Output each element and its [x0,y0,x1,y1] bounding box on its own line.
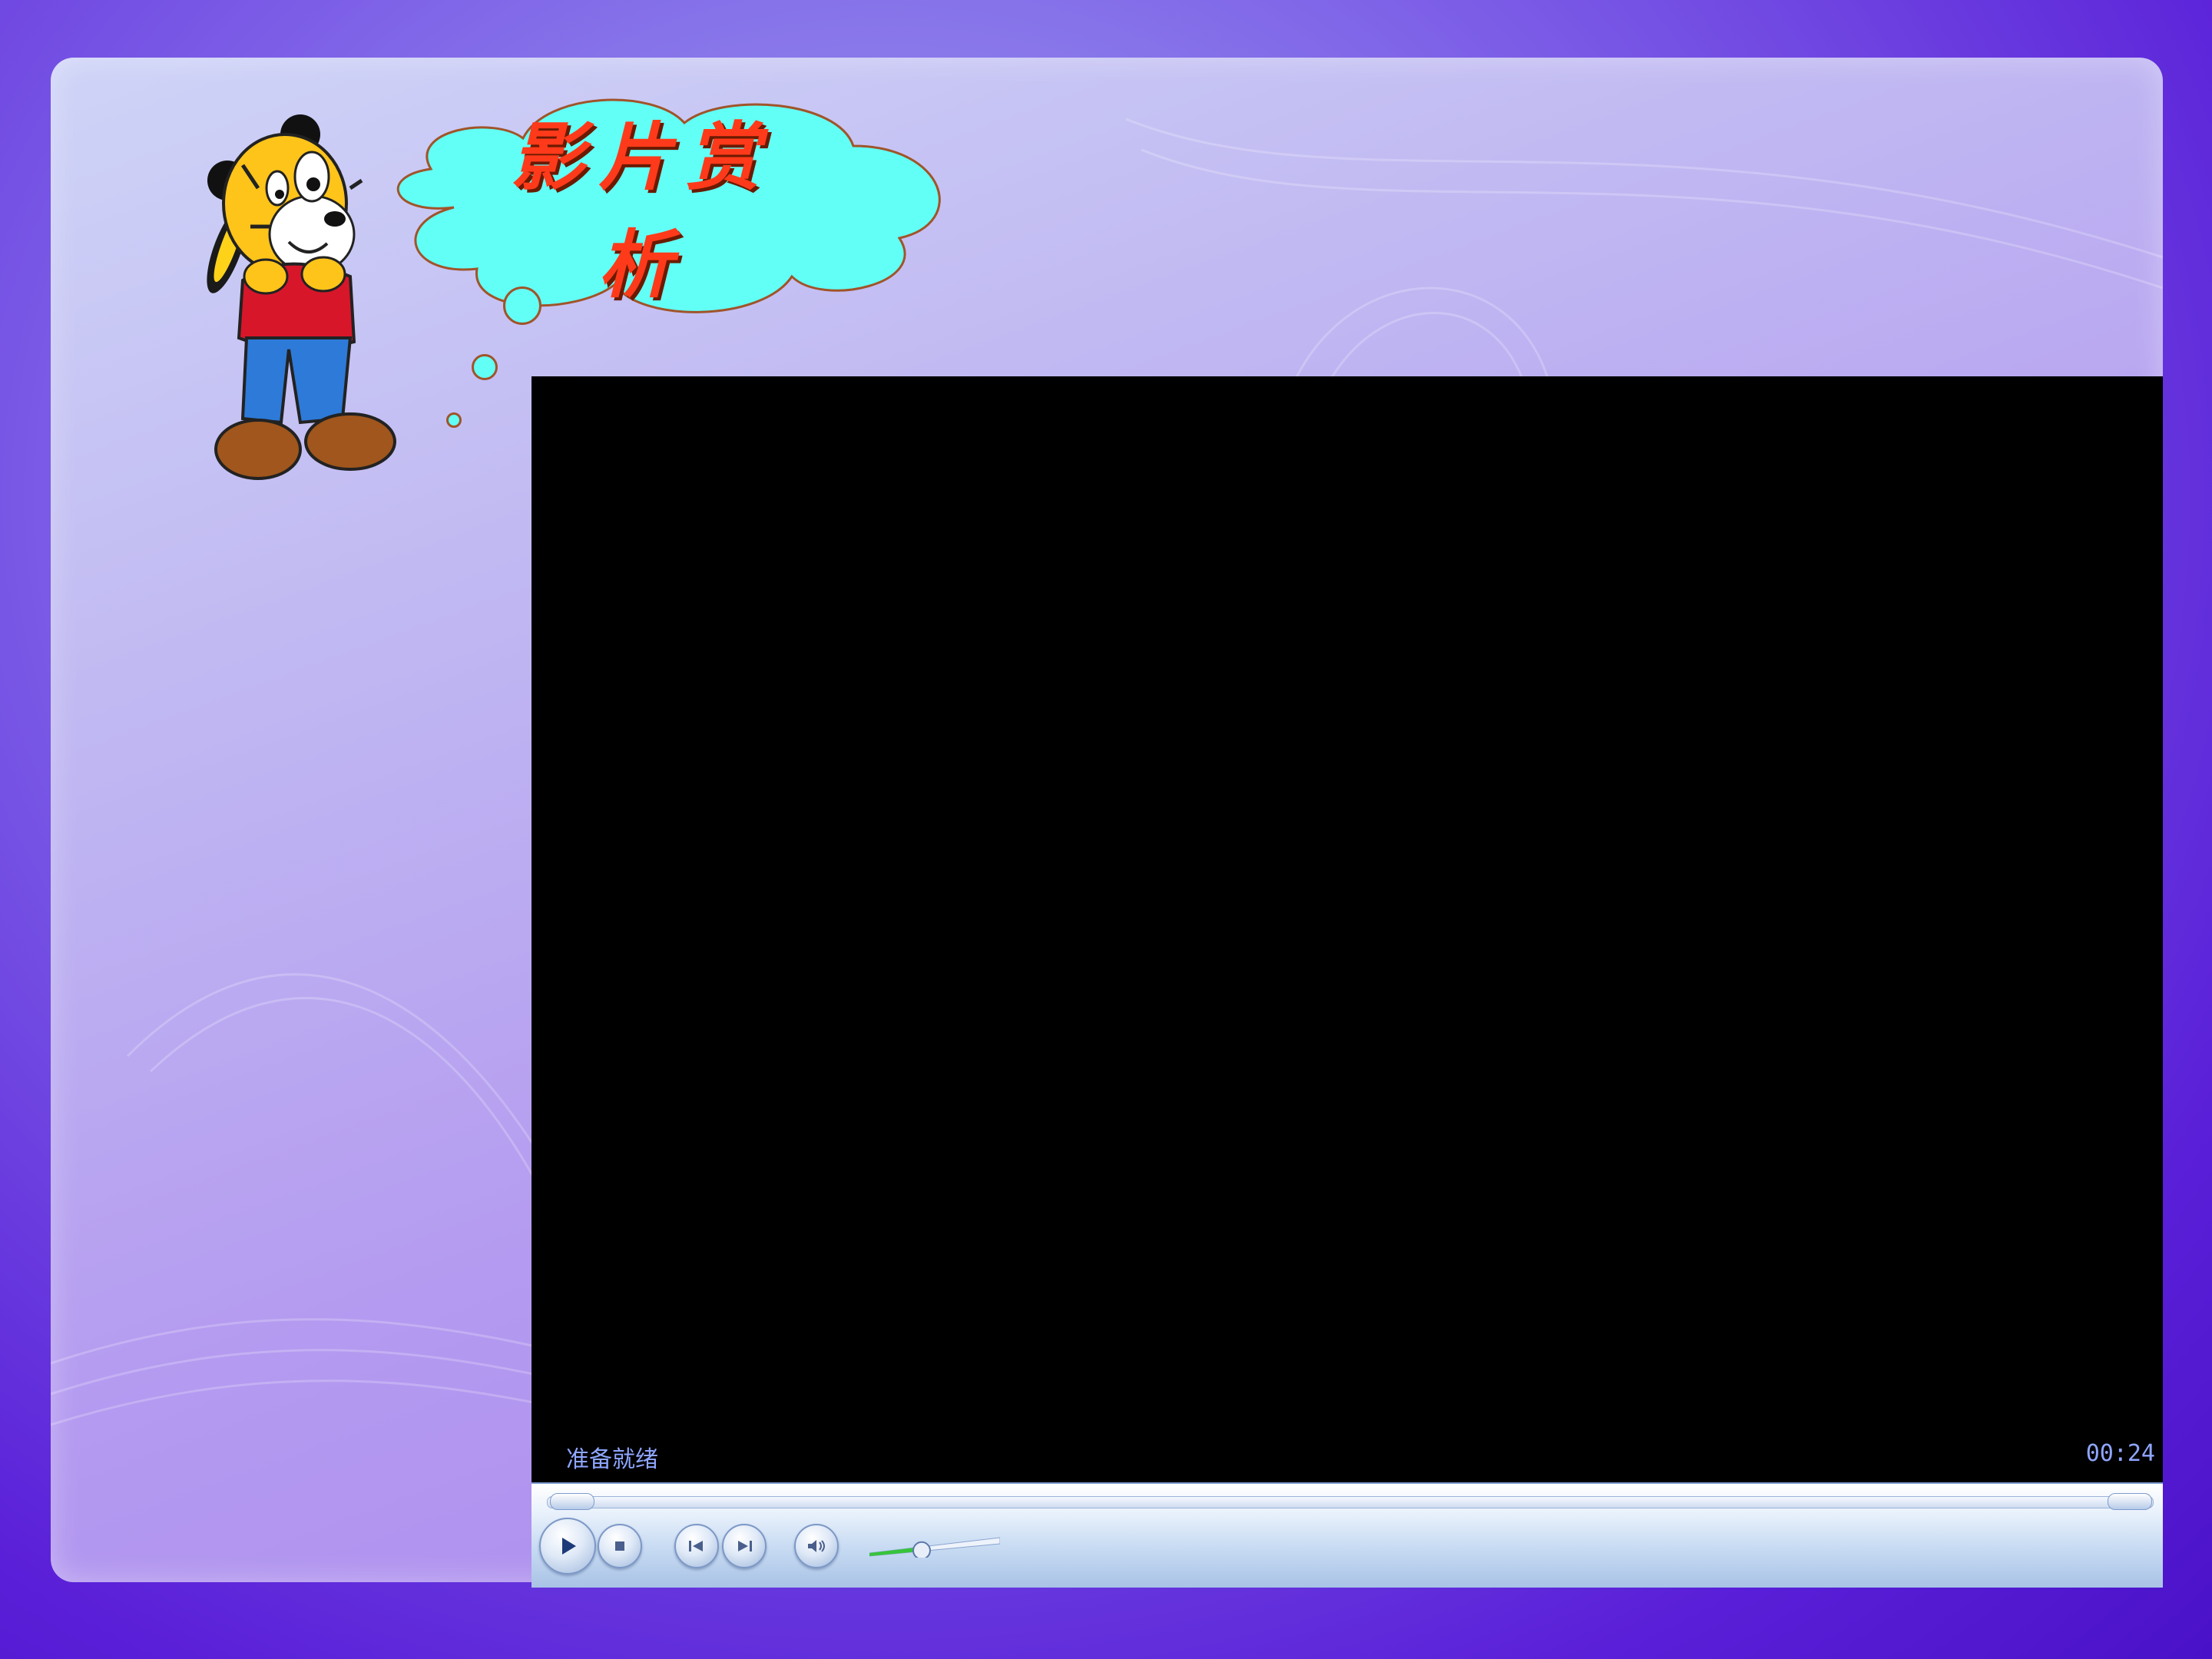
slide-title: 影片赏析 [511,114,773,308]
speaker-icon [808,1540,825,1552]
player-control-bar [531,1482,2163,1588]
thought-bubble-medium [472,354,498,380]
previous-button[interactable] [674,1524,719,1568]
media-player: 准备就绪 00:24 [531,376,2163,1588]
mute-button[interactable] [794,1524,839,1568]
volume-slider[interactable] [869,1535,1000,1558]
next-button[interactable] [722,1524,767,1568]
seek-bar[interactable] [547,1496,2154,1508]
seek-rewind-handle[interactable] [550,1493,594,1510]
stop-icon [615,1541,624,1551]
play-icon [562,1538,576,1555]
play-button[interactable] [539,1518,596,1575]
video-screen[interactable] [531,376,2163,1482]
seek-forward-handle[interactable] [2108,1493,2152,1510]
next-icon [738,1541,752,1551]
stop-button[interactable] [598,1524,642,1568]
player-status: 准备就绪 [566,1446,658,1473]
volume-knob[interactable] [912,1541,931,1558]
thought-bubble-large [503,286,541,325]
previous-icon [689,1541,703,1551]
player-time: 00:24 [2085,1440,2155,1467]
thought-bubble-small [446,412,462,428]
